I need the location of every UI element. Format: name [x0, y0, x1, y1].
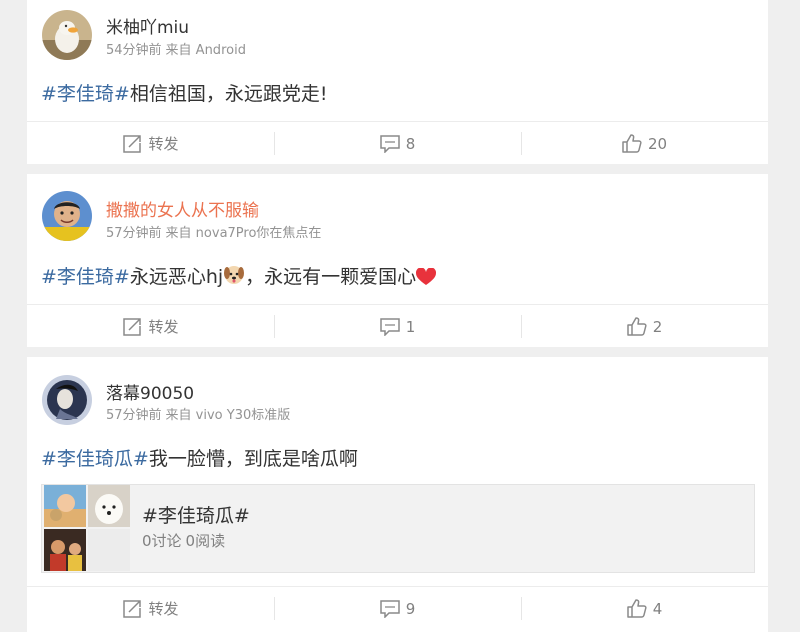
post-time[interactable]: 57分钟前 [106, 226, 162, 241]
post-meta: 54分钟前 来自 Android [106, 39, 250, 58]
thumbnail-image [44, 529, 86, 571]
like-count: 4 [652, 599, 663, 618]
discussion-count: 0讨论 [142, 532, 182, 550]
post-time[interactable]: 57分钟前 [106, 408, 162, 423]
topic-card-stats: 0讨论 0阅读 [142, 530, 225, 551]
post-body-end: ，永远有一颗爱国心 [245, 266, 417, 288]
thumbnail-image [88, 529, 130, 571]
post-text: #李佳琦#永远恶心hj ，永远有一颗爱国心 [41, 262, 437, 291]
post-source: 来自 vivo Y30标准版 [165, 408, 291, 423]
avatar[interactable] [42, 375, 92, 425]
username[interactable]: 米柚吖miu [106, 13, 189, 38]
post-body: 我一脸懵，到底是啥瓜啊 [148, 448, 358, 470]
avatar[interactable] [42, 10, 92, 60]
thumbnail-image [88, 485, 130, 527]
repost-button[interactable]: 转发 [27, 587, 274, 630]
post-text: #李佳琦#相信祖国，永远跟党走! [41, 79, 327, 106]
thumbs-up-icon [626, 599, 647, 618]
post-text: #李佳琦瓜#我一脸懵，到底是啥瓜啊 [41, 444, 358, 471]
repost-label: 转发 [148, 600, 179, 618]
post-card: 米柚吖miu 54分钟前 来自 Android #李佳琦#相信祖国，永远跟党走! … [27, 0, 768, 164]
post-source: 来自 nova7Pro你在焦点在 [165, 226, 322, 241]
comment-button[interactable]: 8 [274, 122, 521, 165]
like-button[interactable]: 2 [521, 305, 768, 348]
comment-bubble-icon [379, 599, 400, 618]
thumbnail-image [44, 485, 86, 527]
repost-button[interactable]: 转发 [27, 122, 274, 165]
action-bar: 转发 1 2 [27, 304, 768, 348]
thumbs-up-icon [626, 317, 647, 336]
action-bar: 转发 9 4 [27, 586, 768, 630]
like-count: 2 [652, 317, 663, 336]
dog-emoji-icon [223, 264, 245, 291]
post-card: 落幕90050 57分钟前 来自 vivo Y30标准版 #李佳琦瓜#我一脸懵，到… [27, 357, 768, 632]
repost-label: 转发 [148, 318, 179, 336]
post-meta: 57分钟前 来自 vivo Y30标准版 [106, 404, 294, 423]
repost-label: 转发 [148, 135, 179, 153]
comment-bubble-icon [379, 317, 400, 336]
topic-card-title: #李佳琦瓜# [142, 505, 250, 527]
topic-link[interactable]: #李佳琦# [41, 83, 130, 105]
avatar[interactable] [42, 191, 92, 241]
topic-link[interactable]: #李佳琦# [41, 266, 130, 288]
comment-bubble-icon [379, 134, 400, 153]
thumbs-up-icon [622, 134, 642, 153]
post-meta: 57分钟前 来自 nova7Pro你在焦点在 [106, 222, 325, 241]
comment-button[interactable]: 1 [274, 305, 521, 348]
post-body: 相信祖国，永远跟党走! [129, 83, 328, 105]
like-button[interactable]: 4 [521, 587, 768, 630]
topic-link[interactable]: #李佳琦瓜# [41, 448, 149, 470]
repost-button[interactable]: 转发 [27, 305, 274, 348]
username[interactable]: 落幕90050 [106, 379, 194, 404]
share-square-icon [123, 599, 142, 618]
share-square-icon [123, 134, 142, 153]
comment-count: 8 [405, 134, 416, 153]
share-square-icon [123, 317, 142, 336]
username[interactable]: 撒撒的女人从不服输 [106, 196, 259, 221]
comment-count: 9 [405, 599, 416, 618]
action-bar: 转发 8 20 [27, 121, 768, 165]
read-count: 0阅读 [185, 532, 226, 550]
post-body-start: 永远恶心hj [129, 266, 224, 288]
post-card: 撒撒的女人从不服输 57分钟前 来自 nova7Pro你在焦点在 #李佳琦#永远恶… [27, 174, 768, 347]
heart-emoji-icon [416, 267, 437, 291]
post-time[interactable]: 54分钟前 [106, 43, 162, 58]
post-source: 来自 Android [165, 43, 246, 58]
comment-count: 1 [405, 317, 416, 336]
topic-card[interactable]: #李佳琦瓜# 0讨论 0阅读 [41, 484, 755, 573]
comment-button[interactable]: 9 [274, 587, 521, 630]
topic-thumbnail-mosaic [44, 485, 130, 572]
like-count: 20 [647, 134, 668, 153]
like-button[interactable]: 20 [521, 122, 768, 165]
